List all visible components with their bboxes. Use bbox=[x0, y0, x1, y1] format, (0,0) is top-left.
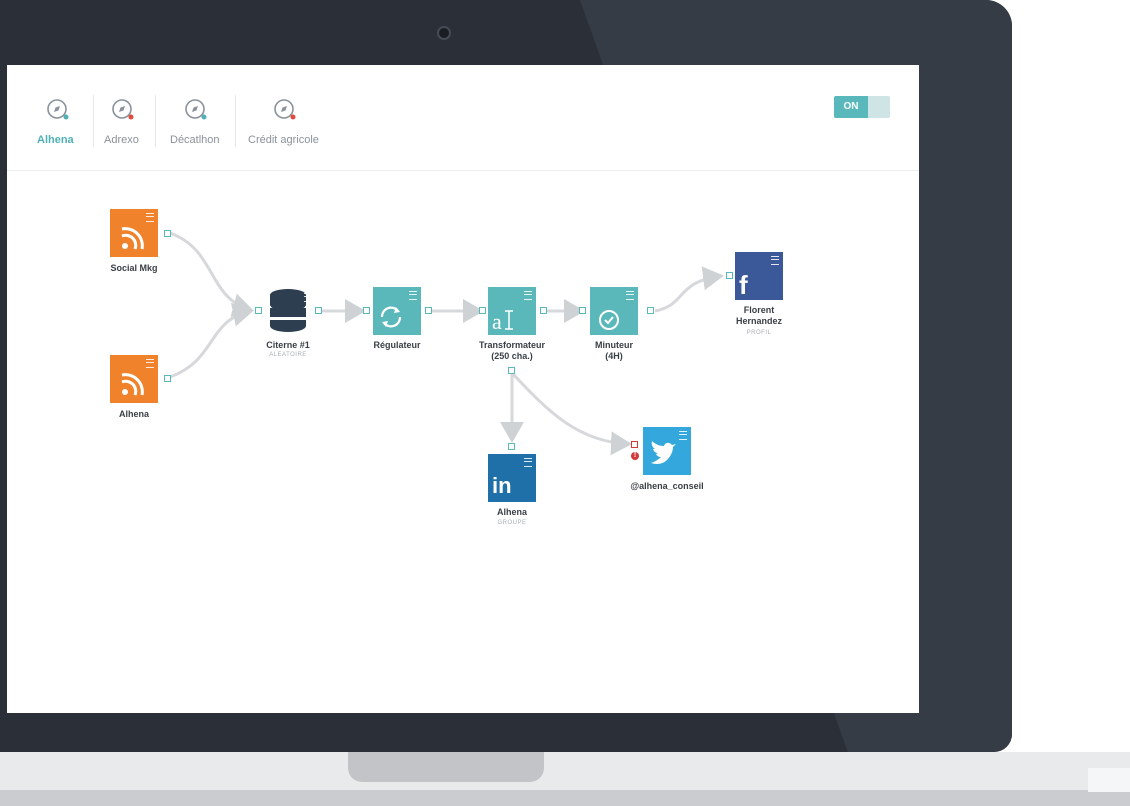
node-menu-icon[interactable] bbox=[771, 256, 779, 265]
node-twitter[interactable] bbox=[643, 427, 691, 475]
input-port[interactable] bbox=[255, 307, 262, 314]
output-port[interactable] bbox=[508, 367, 515, 374]
node-regulateur[interactable] bbox=[373, 287, 421, 335]
node-label: @alhena_conseil bbox=[630, 481, 704, 491]
laptop-hinge-notch bbox=[348, 752, 544, 782]
twitter-icon bbox=[651, 441, 676, 464]
input-port[interactable] bbox=[363, 307, 370, 314]
node-label: Régulateur bbox=[373, 340, 421, 350]
tab-divider bbox=[235, 95, 236, 147]
connector bbox=[510, 371, 632, 456]
node-label: Social Mkg bbox=[110, 263, 158, 273]
compass-icon bbox=[185, 99, 207, 120]
output-port[interactable] bbox=[315, 307, 322, 314]
tab-divider bbox=[155, 95, 156, 147]
input-port[interactable] bbox=[479, 307, 486, 314]
clock-icon bbox=[599, 310, 619, 330]
output-port[interactable] bbox=[647, 307, 654, 314]
node-sublabel: GROUPE bbox=[497, 520, 527, 526]
input-port[interactable] bbox=[579, 307, 586, 314]
refresh-icon bbox=[380, 306, 402, 328]
node-label-line2: Hernandez bbox=[735, 316, 782, 326]
compass-icon bbox=[274, 99, 296, 120]
toggle-on-label: ON bbox=[834, 96, 868, 118]
compass-icon bbox=[112, 99, 134, 120]
laptop-base-shadow bbox=[0, 790, 1130, 806]
text-transform-icon: a bbox=[492, 309, 513, 334]
facebook-icon: f bbox=[739, 270, 748, 300]
laptop-base-edge bbox=[1088, 768, 1130, 792]
output-port[interactable] bbox=[164, 375, 171, 382]
node-alhena-rss[interactable] bbox=[110, 355, 158, 403]
node-label-line2: (4H) bbox=[605, 351, 623, 361]
error-input-port[interactable] bbox=[631, 441, 638, 448]
node-label: Minuteur bbox=[595, 340, 633, 350]
output-port[interactable] bbox=[425, 307, 432, 314]
node-label: Florent bbox=[743, 305, 775, 315]
node-menu-icon[interactable] bbox=[524, 458, 532, 467]
tab-label: Décatlhon bbox=[170, 134, 220, 146]
node-minuteur[interactable] bbox=[590, 287, 638, 335]
output-port[interactable] bbox=[164, 230, 171, 237]
account-tabs-bar: Alhena Adrexo Décatlhon Crédit agricole … bbox=[7, 65, 919, 171]
app-screen: Alhena Adrexo Décatlhon Crédit agricole … bbox=[7, 65, 919, 713]
node-transformateur[interactable]: a bbox=[488, 287, 536, 335]
rss-icon bbox=[121, 373, 144, 396]
node-menu-icon[interactable] bbox=[304, 293, 312, 302]
node-sublabel: ALEATOIRE bbox=[269, 352, 307, 358]
node-label: Citerne #1 bbox=[266, 340, 310, 350]
tab-label: Alhena bbox=[37, 134, 74, 146]
node-citerne[interactable] bbox=[266, 287, 314, 335]
compass-icon bbox=[47, 99, 69, 120]
tab-label: Adrexo bbox=[104, 134, 139, 146]
on-off-toggle[interactable]: ON bbox=[834, 96, 890, 118]
webcam bbox=[437, 26, 451, 40]
output-port[interactable] bbox=[540, 307, 547, 314]
error-icon: ! bbox=[631, 452, 639, 460]
node-label: Alhena bbox=[496, 507, 527, 517]
linkedin-icon: in bbox=[492, 473, 512, 498]
svg-text:a: a bbox=[492, 309, 502, 334]
tab-divider bbox=[93, 95, 94, 147]
node-linkedin[interactable]: in bbox=[488, 454, 536, 502]
rss-icon bbox=[121, 227, 144, 250]
node-social-mkg[interactable] bbox=[110, 209, 158, 257]
node-sublabel: PROFIL bbox=[746, 330, 772, 336]
node-facebook[interactable]: f bbox=[735, 252, 783, 300]
tab-label: Crédit agricole bbox=[248, 134, 319, 146]
node-label: Alhena bbox=[118, 409, 149, 419]
input-port[interactable] bbox=[726, 272, 733, 279]
input-port[interactable] bbox=[508, 443, 515, 450]
